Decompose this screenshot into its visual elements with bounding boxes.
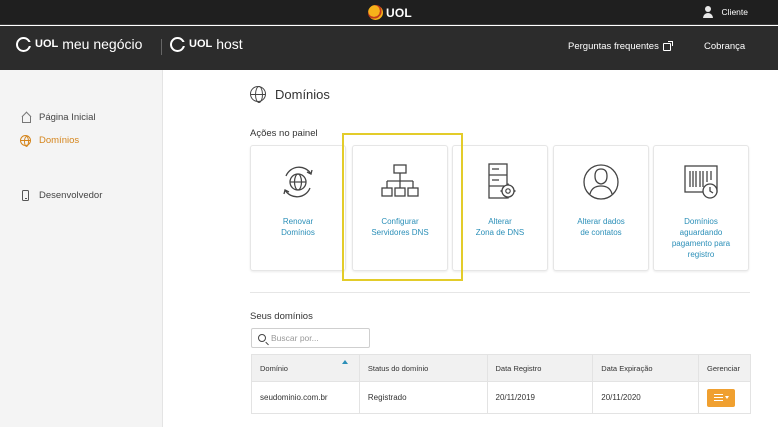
column-header-label: Domínio [260, 363, 288, 373]
faq-label: Perguntas frequentes [568, 41, 659, 52]
menu-icon [713, 394, 723, 401]
globe-icon [20, 135, 31, 147]
sort-asc-icon[interactable] [342, 360, 348, 364]
cell-status: Registrado [358, 381, 488, 414]
column-header-status: Status do domínio [358, 354, 488, 382]
search-box [251, 328, 370, 348]
actions-label: Ações no painel [250, 128, 318, 139]
faq-link[interactable]: Perguntas frequentes [568, 40, 673, 52]
column-header-dominio[interactable]: Domínio [251, 354, 360, 382]
column-header-data-expiracao: Data Expiração [592, 354, 700, 382]
billing-link[interactable]: Cobrança [704, 41, 745, 52]
column-header-gerenciar: Gerenciar [698, 354, 751, 382]
table-row: seudominio.com.br Registrado 20/11/2019 … [251, 381, 751, 414]
card-renovar-dominios[interactable]: Renovar Domínios [250, 145, 346, 271]
sidebar: Página Inicial Domínios Desenvolvedor [0, 70, 163, 427]
uol-brand[interactable]: UOL [368, 5, 412, 20]
uol-logo-icon [368, 5, 383, 20]
table-header-row: Domínio Status do domínio Data Registro … [251, 354, 751, 382]
search-icon [258, 334, 266, 342]
sidebar-item-label: Página Inicial [39, 112, 96, 123]
page-title-text: Domínios [275, 86, 330, 102]
section-divider [250, 292, 750, 293]
domains-table: Domínio Status do domínio Data Registro … [251, 354, 751, 414]
search-input[interactable] [271, 333, 361, 343]
host-logo[interactable]: UOL host [170, 36, 243, 52]
renew-globe-icon [283, 166, 313, 198]
uol-ring-icon [16, 36, 32, 52]
user-label: Cliente [721, 7, 748, 17]
manage-button[interactable] [707, 388, 736, 407]
cell-data-expiracao: 20/11/2020 [592, 381, 700, 414]
top-bar: UOL Cliente [0, 0, 778, 25]
card-label: Alterar dados de contatos [577, 217, 625, 237]
phone-icon [22, 190, 29, 201]
card-label: Alterar Zona de DNS [475, 217, 525, 237]
user-circle-icon [583, 164, 619, 200]
logo-product-name: meu negócio [62, 36, 143, 52]
barcode-clock-icon [684, 165, 718, 199]
logo-uol-text: UOL [189, 38, 213, 50]
sidebar-item-dominios[interactable]: Domínios [20, 135, 80, 147]
card-alterar-zona-dns[interactable]: Alterar Zona de DNS [452, 145, 548, 271]
logo-divider [161, 39, 162, 55]
product-header: UOL meu negócio UOL host Perguntas frequ… [0, 26, 778, 70]
card-alterar-dados-contatos[interactable]: Alterar dados de contatos [553, 145, 649, 271]
domains-label: Seus domínios [250, 311, 313, 322]
column-header-data-registro: Data Registro [486, 354, 594, 382]
card-label: Domínios aguardando pagamento para regis… [671, 217, 731, 259]
external-link-icon [662, 40, 673, 51]
uol-brand-text: UOL [386, 5, 412, 20]
user-icon [702, 6, 714, 18]
cell-data-registro: 20/11/2019 [486, 381, 594, 414]
logo-product-name: host [216, 36, 243, 52]
sidebar-item-home[interactable]: Página Inicial [20, 112, 96, 123]
sidebar-item-desenvolvedor[interactable]: Desenvolvedor [20, 190, 102, 201]
globe-icon [250, 86, 266, 103]
page-title: Domínios [250, 86, 330, 103]
meu-negocio-logo[interactable]: UOL meu negócio [16, 36, 142, 52]
card-label: Renovar Domínios [281, 217, 315, 237]
cell-dominio: seudominio.com.br [251, 381, 360, 414]
uol-ring-icon [170, 36, 186, 52]
card-dominios-aguardando-pagamento[interactable]: Domínios aguardando pagamento para regis… [653, 145, 749, 271]
home-icon [20, 112, 31, 123]
sidebar-item-label: Domínios [39, 135, 80, 146]
server-gear-icon [488, 163, 516, 199]
cell-gerenciar [698, 381, 751, 414]
highlight-box [342, 133, 463, 281]
logo-uol-text: UOL [35, 38, 59, 50]
user-menu[interactable]: Cliente [702, 6, 748, 18]
sidebar-item-label: Desenvolvedor [39, 190, 103, 201]
caret-down-icon [724, 396, 729, 399]
